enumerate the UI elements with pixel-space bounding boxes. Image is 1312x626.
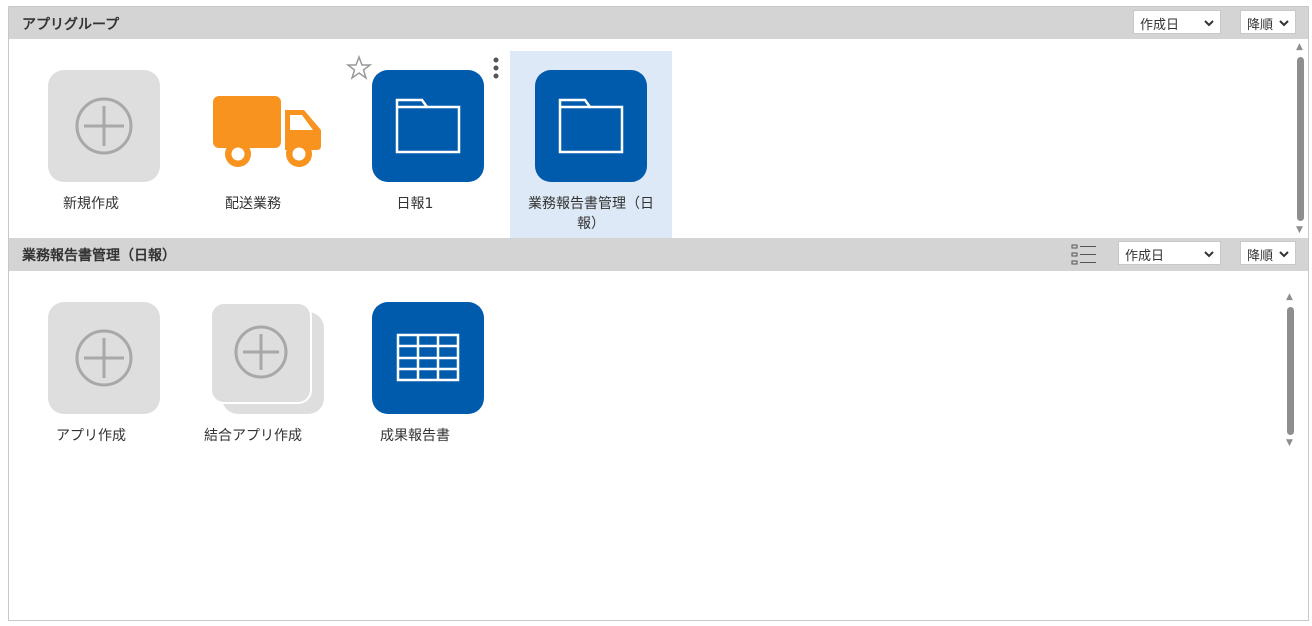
tile-label: 業務報告書管理（日報） xyxy=(528,196,654,232)
tile-label: 日報1 xyxy=(396,196,434,212)
app-list-title: 業務報告書管理（日報） xyxy=(22,248,176,264)
list-view-icon[interactable] xyxy=(1071,242,1097,268)
folder-icon xyxy=(372,70,484,182)
add-icon xyxy=(48,70,160,182)
app-list: アプリ作成 結合アプリ作成 成果報告書 ▲ ▼ xyxy=(9,271,1309,620)
add-icon xyxy=(48,302,160,414)
table-icon xyxy=(372,302,484,414)
app-group-title: アプリグループ xyxy=(22,17,120,33)
chevron-down-icon xyxy=(1279,20,1289,27)
tile-daily-report[interactable]: 日報1 xyxy=(334,51,499,238)
group-sort-order-select[interactable]: 降順 xyxy=(1240,10,1296,34)
scroll-up-icon[interactable]: ▲ xyxy=(1286,293,1293,302)
chevron-down-icon xyxy=(1204,251,1214,258)
tile-create-app[interactable]: アプリ作成 xyxy=(10,283,172,470)
tile-label: 配送業務 xyxy=(225,196,281,212)
folder-icon xyxy=(535,70,647,182)
tile-label: アプリ作成 xyxy=(56,428,126,444)
scroll-down-icon[interactable]: ▼ xyxy=(1296,226,1303,235)
scroll-thumb[interactable] xyxy=(1287,307,1294,435)
tile-create-joined-app[interactable]: 結合アプリ作成 xyxy=(172,283,334,470)
list-sort-field-value: 作成日 xyxy=(1125,249,1165,264)
truck-icon xyxy=(210,70,322,182)
tile-label: 結合アプリ作成 xyxy=(204,428,302,444)
app-panel-frame: アプリグループ 作成日 降順 新規作成 配送業務 日報1 業務報告書管理（日報）… xyxy=(8,6,1309,621)
group-scrollbar[interactable]: ▲ ▼ xyxy=(1295,43,1305,235)
list-scrollbar[interactable]: ▲ ▼ xyxy=(1285,293,1295,449)
list-sort-field-select[interactable]: 作成日 xyxy=(1118,241,1221,265)
chevron-down-icon xyxy=(1279,251,1289,258)
app-group-list: 新規作成 配送業務 日報1 業務報告書管理（日報） ▲ ▼ xyxy=(9,39,1309,238)
scroll-down-icon[interactable]: ▼ xyxy=(1286,439,1293,448)
star-icon[interactable] xyxy=(345,54,373,82)
tile-business-report-selected[interactable]: 業務報告書管理（日報） xyxy=(510,51,672,238)
chevron-down-icon xyxy=(1204,20,1214,27)
tile-delivery[interactable]: 配送業務 xyxy=(172,51,334,238)
group-sort-field-value: 作成日 xyxy=(1140,18,1180,33)
scroll-up-icon[interactable]: ▲ xyxy=(1296,43,1303,52)
more-vertical-icon[interactable] xyxy=(492,56,500,84)
group-sort-field-select[interactable]: 作成日 xyxy=(1133,10,1221,34)
group-sort-order-value: 降順 xyxy=(1247,18,1274,33)
list-sort-order-select[interactable]: 降順 xyxy=(1240,241,1296,265)
app-list-header: 業務報告書管理（日報） 作成日 降順 xyxy=(9,238,1308,271)
tile-new-group[interactable]: 新規作成 xyxy=(10,51,172,238)
app-group-header: アプリグループ 作成日 降順 xyxy=(9,7,1308,39)
stacked-add-icon xyxy=(210,302,324,414)
scroll-thumb[interactable] xyxy=(1297,57,1304,221)
tile-results-report[interactable]: 成果報告書 xyxy=(334,283,496,470)
tile-label: 新規作成 xyxy=(63,196,119,212)
tile-label: 成果報告書 xyxy=(380,428,450,444)
list-sort-order-value: 降順 xyxy=(1247,249,1274,264)
